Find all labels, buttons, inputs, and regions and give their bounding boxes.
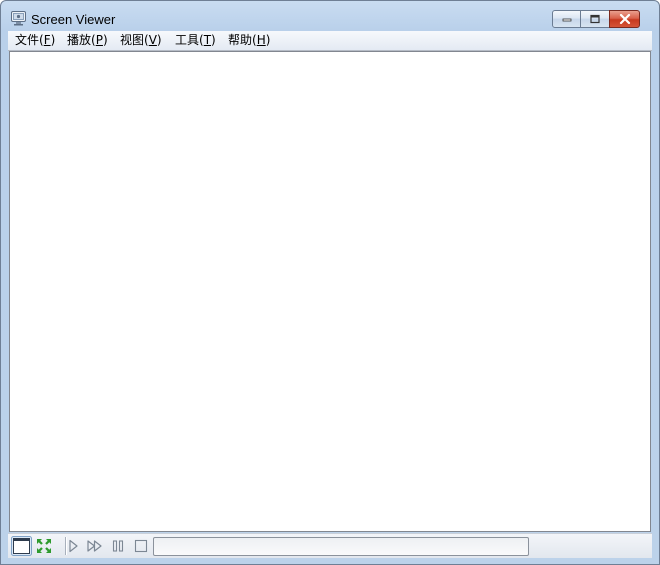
fullscreen-icon xyxy=(37,539,51,553)
menu-mnemonic: V xyxy=(148,33,157,47)
menu-help[interactable]: 帮助(H) xyxy=(228,33,270,48)
menu-mnemonic: H xyxy=(256,33,266,47)
fast-forward-icon xyxy=(87,540,102,552)
pause-icon xyxy=(112,540,124,552)
fullscreen-button[interactable] xyxy=(35,537,53,555)
caption-buttons xyxy=(552,10,640,28)
menu-suffix: ) xyxy=(211,33,216,47)
minimize-icon xyxy=(562,18,571,22)
app-window: Screen Viewer 文件(F) 播放(P) 视图(V) 工具(T) 帮助… xyxy=(0,0,660,565)
stop-icon xyxy=(134,539,148,553)
menu-file[interactable]: 文件(F) xyxy=(15,33,55,48)
window-view-icon xyxy=(11,536,32,556)
progress-bar[interactable] xyxy=(153,537,529,556)
fast-forward-button[interactable] xyxy=(86,537,104,555)
menu-suffix: ) xyxy=(102,33,108,47)
menu-label: 文件( xyxy=(15,33,44,47)
window-view-button[interactable] xyxy=(11,536,32,556)
close-icon xyxy=(619,14,630,24)
menu-suffix: ) xyxy=(50,33,56,47)
menu-tools[interactable]: 工具(T) xyxy=(175,33,216,48)
title-bar[interactable]: Screen Viewer xyxy=(1,1,659,31)
play-button[interactable] xyxy=(64,537,82,555)
menu-label: 视图( xyxy=(120,33,149,47)
maximize-button[interactable] xyxy=(581,10,609,28)
window-title: Screen Viewer xyxy=(31,12,116,27)
pause-button[interactable] xyxy=(109,537,127,555)
close-button[interactable] xyxy=(609,10,640,28)
play-icon xyxy=(69,539,78,553)
maximize-icon xyxy=(590,14,600,24)
menu-label: 帮助( xyxy=(228,33,257,47)
control-toolbar xyxy=(8,533,652,558)
menu-view[interactable]: 视图(V) xyxy=(120,33,162,48)
menu-bar: 文件(F) 播放(P) 视图(V) 工具(T) 帮助(H) xyxy=(8,31,652,51)
menu-mnemonic: T xyxy=(203,33,212,47)
minimize-button[interactable] xyxy=(552,10,581,28)
menu-play[interactable]: 播放(P) xyxy=(67,33,108,48)
monitor-icon[interactable] xyxy=(10,10,28,26)
stop-button[interactable] xyxy=(132,537,150,555)
menu-suffix: ) xyxy=(156,33,162,47)
menu-label: 工具( xyxy=(175,33,204,47)
menu-label: 播放( xyxy=(67,33,96,47)
menu-mnemonic: P xyxy=(95,33,103,47)
menu-mnemonic: F xyxy=(43,33,51,47)
menu-suffix: ) xyxy=(265,33,271,47)
viewer-canvas[interactable] xyxy=(9,51,651,532)
